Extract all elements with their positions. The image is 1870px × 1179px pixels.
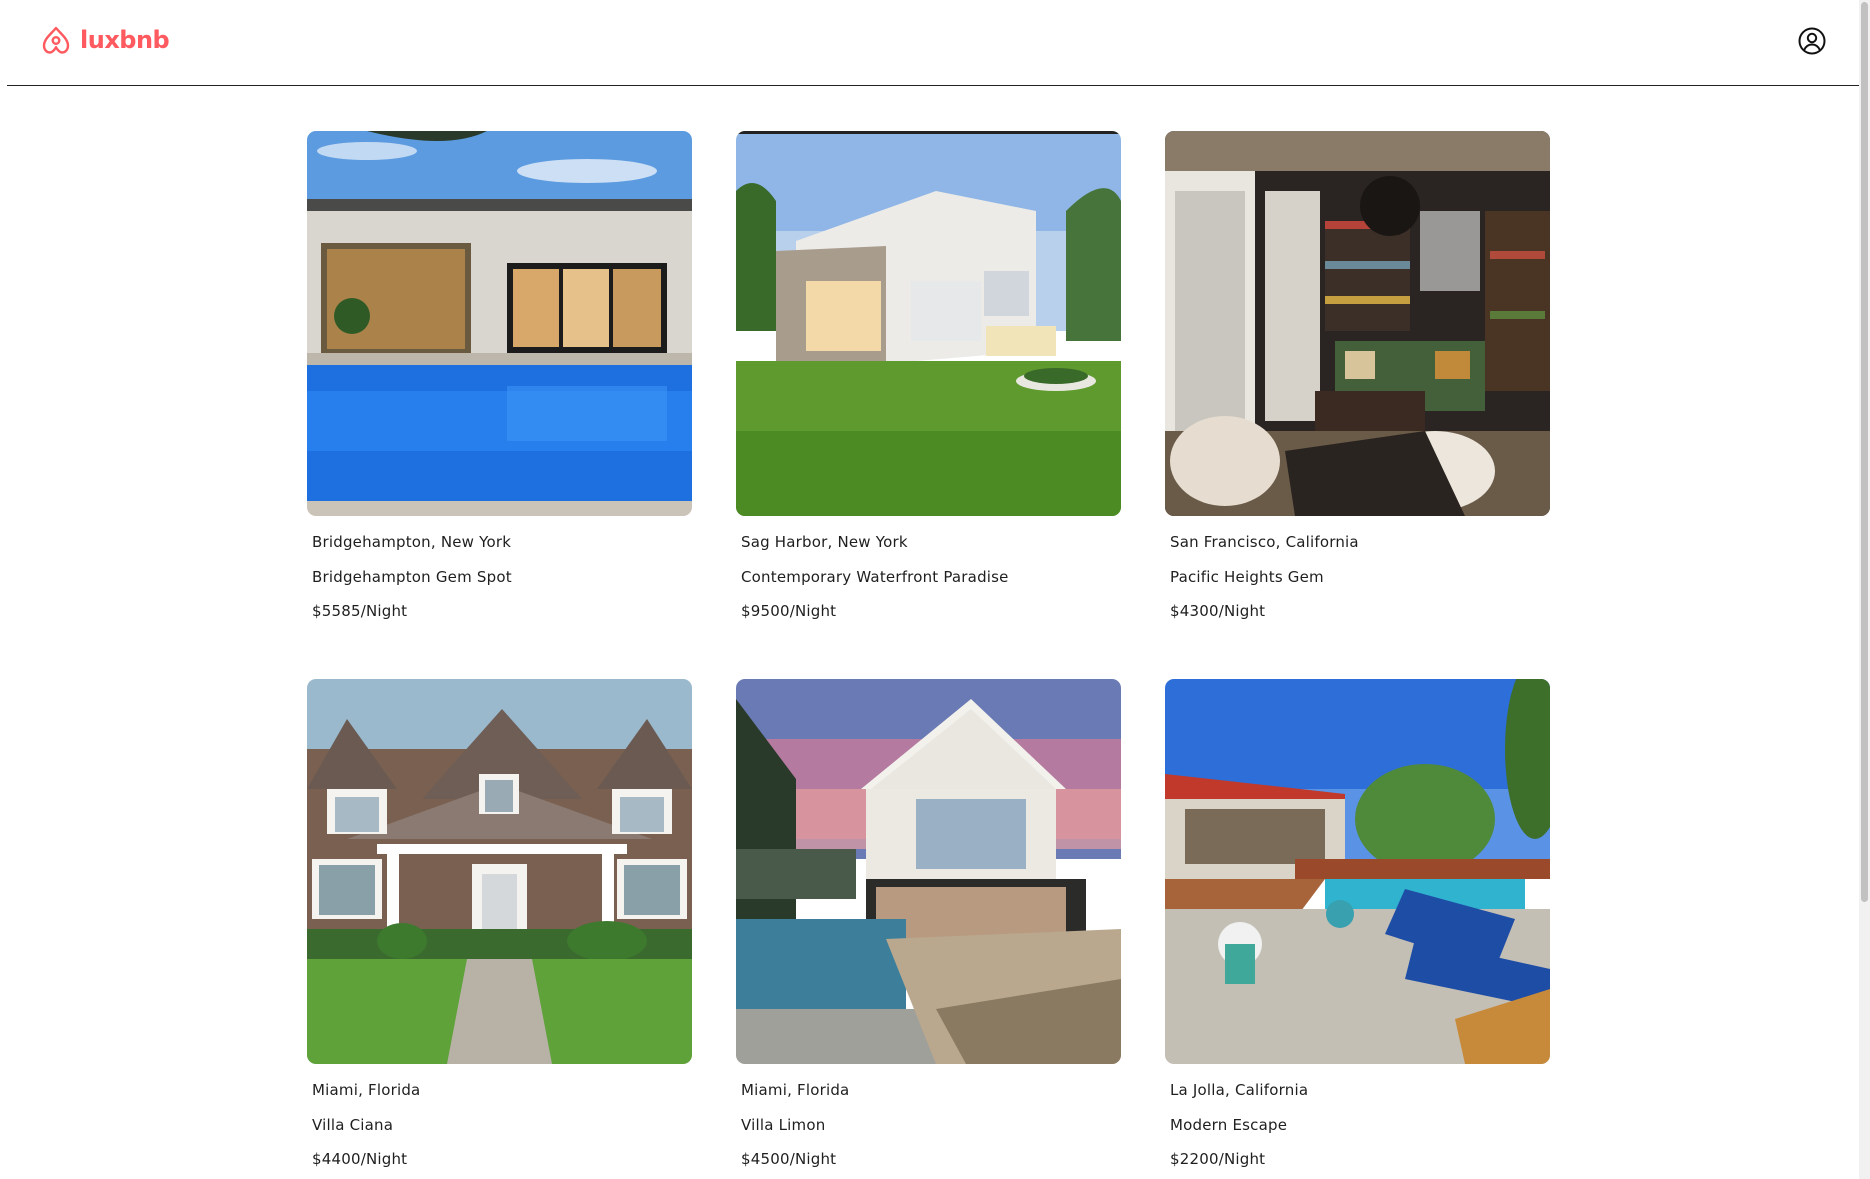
top-nav-bar: luxbnb bbox=[7, 0, 1859, 86]
listing-title[interactable]: Modern Escape bbox=[1170, 1115, 1550, 1135]
listing-photo[interactable] bbox=[1165, 131, 1550, 516]
listing-price: $4300/Night bbox=[1170, 602, 1266, 620]
user-circle-icon bbox=[1798, 27, 1826, 55]
listing-location: Miami, Florida bbox=[741, 1081, 850, 1099]
listing-price: $4500/Night bbox=[741, 1150, 837, 1168]
listing-photo[interactable] bbox=[307, 679, 692, 1064]
listing-location: Miami, Florida bbox=[312, 1081, 421, 1099]
brand-logo-link[interactable]: luxbnb bbox=[40, 22, 170, 58]
listing-location: La Jolla, California bbox=[1170, 1081, 1309, 1099]
listing-card[interactable]: Miami, Florida Villa Ciana $4400/Night bbox=[307, 679, 692, 1179]
listing-title[interactable]: Contemporary Waterfront Paradise bbox=[741, 567, 1121, 587]
listing-title[interactable]: Villa Limon bbox=[741, 1115, 1121, 1135]
library-living-room-photo bbox=[1165, 131, 1550, 516]
listing-photo[interactable] bbox=[1165, 679, 1550, 1064]
listing-card[interactable]: Sag Harbor, New York Contemporary Waterf… bbox=[736, 131, 1121, 679]
listing-card[interactable]: San Francisco, California Pacific Height… bbox=[1165, 131, 1550, 679]
listing-card[interactable]: Miami, Florida Villa Limon $4500/Night bbox=[736, 679, 1121, 1179]
user-menu-button[interactable] bbox=[1797, 26, 1827, 56]
listing-card[interactable]: La Jolla, California Modern Escape $2200… bbox=[1165, 679, 1550, 1179]
shingle-style-house-photo bbox=[307, 679, 692, 1064]
listing-photo[interactable] bbox=[307, 131, 692, 516]
scrollbar-thumb[interactable] bbox=[1861, 2, 1868, 902]
listing-photo[interactable] bbox=[736, 679, 1121, 1064]
listing-price: $4400/Night bbox=[312, 1150, 408, 1168]
sunset-house-pool-deck-photo bbox=[736, 679, 1121, 1064]
vertical-scrollbar[interactable] bbox=[1859, 0, 1870, 1179]
page: luxbnb Bridgehampton, New York Bridgeham… bbox=[0, 0, 1870, 1179]
listing-title[interactable]: Pacific Heights Gem bbox=[1170, 567, 1550, 587]
listing-location: Bridgehampton, New York bbox=[312, 533, 512, 551]
modern-white-house-lawn-photo bbox=[736, 131, 1121, 516]
listing-title[interactable]: Villa Ciana bbox=[312, 1115, 692, 1135]
brand-name: luxbnb bbox=[80, 26, 170, 54]
listing-price: $2200/Night bbox=[1170, 1150, 1266, 1168]
listing-photo[interactable] bbox=[736, 131, 1121, 516]
listing-location: Sag Harbor, New York bbox=[741, 533, 908, 551]
patio-pool-loungers-photo bbox=[1165, 679, 1550, 1064]
modern-house-with-pool-photo bbox=[307, 131, 692, 516]
listing-location: San Francisco, California bbox=[1170, 533, 1359, 551]
listings-grid: Bridgehampton, New York Bridgehampton Ge… bbox=[307, 131, 1550, 1179]
listing-title[interactable]: Bridgehampton Gem Spot bbox=[312, 567, 692, 587]
listing-price: $9500/Night bbox=[741, 602, 837, 620]
listing-price: $5585/Night bbox=[312, 602, 408, 620]
airbnb-belo-icon bbox=[42, 26, 70, 54]
listing-card[interactable]: Bridgehampton, New York Bridgehampton Ge… bbox=[307, 131, 692, 679]
